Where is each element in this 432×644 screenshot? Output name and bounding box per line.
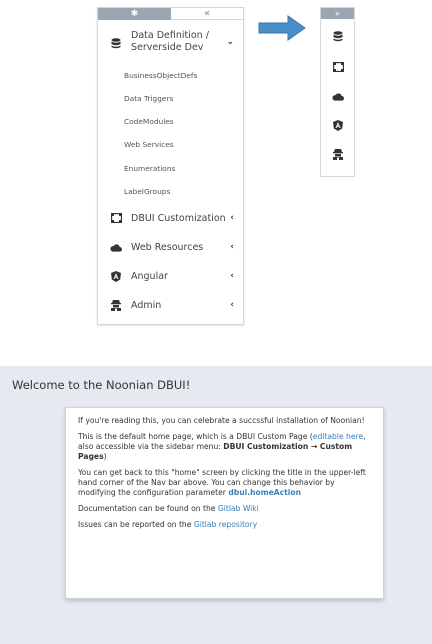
text: ) bbox=[103, 452, 107, 461]
sidebar-item-label: DBUI Customization bbox=[131, 213, 226, 224]
cloud-icon[interactable] bbox=[332, 90, 344, 102]
admin-icon[interactable] bbox=[332, 148, 344, 160]
editable-here-link[interactable]: editable here bbox=[313, 432, 363, 441]
home-paragraph: You can get back to this "home" screen b… bbox=[78, 468, 373, 498]
issues-paragraph: Issues can be reported on the Gitlab rep… bbox=[78, 520, 373, 530]
text: Issues can be reported on the bbox=[78, 520, 194, 529]
sidebar-subitem-labelgroups[interactable]: LabelGroups bbox=[124, 187, 170, 196]
settings-button[interactable]: ✱ bbox=[98, 8, 171, 20]
sidebar-subitem-data-triggers[interactable]: Data Triggers bbox=[124, 94, 173, 103]
sidebar-item-label: Angular bbox=[131, 271, 168, 282]
welcome-card: If you're reading this, you can celebrat… bbox=[65, 407, 384, 599]
expand-sidebar-button[interactable]: » bbox=[321, 8, 354, 19]
page-title: Welcome to the Noonian DBUI! bbox=[12, 378, 191, 392]
transition-arrow-icon bbox=[258, 15, 306, 41]
gear-icon: ✱ bbox=[130, 9, 139, 19]
chevron-down-icon: ⌄ bbox=[226, 37, 234, 47]
sidebar-header: ✱ « bbox=[98, 8, 243, 20]
angular-icon bbox=[110, 270, 122, 282]
layout-icon[interactable] bbox=[332, 61, 344, 73]
collapse-sidebar-button[interactable]: « bbox=[171, 8, 243, 20]
sidebar-item-angular[interactable]: Angular ‹ bbox=[98, 269, 243, 283]
layout-icon bbox=[110, 212, 122, 224]
double-chevron-right-icon: » bbox=[335, 9, 340, 18]
chevron-left-icon: ‹ bbox=[230, 271, 234, 281]
home-action-param[interactable]: dbui.homeAction bbox=[228, 488, 301, 497]
database-icon[interactable] bbox=[332, 30, 344, 42]
sidebar-group-label: Data Definition / Serverside Dev bbox=[131, 30, 209, 53]
sidebar-item-web-resources[interactable]: Web Resources ‹ bbox=[98, 240, 243, 254]
sidebar-subitem-businessobjectdefs[interactable]: BusinessObjectDefs bbox=[124, 71, 197, 80]
text: Documentation can be found on the bbox=[78, 504, 218, 513]
sidebar-subitem-enumerations[interactable]: Enumerations bbox=[124, 164, 175, 173]
sidebar-subitem-web-services[interactable]: Web Services bbox=[124, 140, 174, 149]
sidebar-item-admin[interactable]: Admin ‹ bbox=[98, 298, 243, 312]
gitlab-wiki-link[interactable]: Gitlab Wiki bbox=[218, 504, 259, 513]
sidebar-expanded: ✱ « Data Definition / Serverside Dev ⌄ B… bbox=[97, 7, 244, 325]
sidebar-item-dbui-customization[interactable]: DBUI Customization ‹ bbox=[98, 211, 243, 225]
sidebar-item-label: Web Resources bbox=[131, 242, 204, 253]
sidebar-collapsed: » bbox=[320, 7, 355, 177]
chevron-left-icon: ‹ bbox=[230, 300, 234, 310]
double-chevron-left-icon: « bbox=[203, 8, 211, 19]
cloud-icon bbox=[110, 241, 122, 253]
chevron-left-icon: ‹ bbox=[230, 213, 234, 223]
docs-paragraph: Documentation can be found on the Gitlab… bbox=[78, 504, 373, 514]
text: You can get back to this "home" screen b… bbox=[78, 468, 366, 497]
admin-icon bbox=[110, 299, 122, 311]
intro-paragraph: If you're reading this, you can celebrat… bbox=[78, 416, 365, 425]
text: This is the default home page, which is … bbox=[78, 432, 313, 441]
sidebar-group-data-definition[interactable]: Data Definition / Serverside Dev ⌄ bbox=[98, 30, 243, 56]
custom-page-paragraph: This is the default home page, which is … bbox=[78, 432, 373, 462]
database-icon bbox=[110, 37, 122, 49]
gitlab-repository-link[interactable]: Gitlab repository bbox=[194, 520, 257, 529]
sidebar-subitem-codemodules[interactable]: CodeModules bbox=[124, 117, 174, 126]
sidebar-item-label: Admin bbox=[131, 300, 162, 311]
angular-icon[interactable] bbox=[332, 119, 344, 131]
chevron-left-icon: ‹ bbox=[230, 242, 234, 252]
